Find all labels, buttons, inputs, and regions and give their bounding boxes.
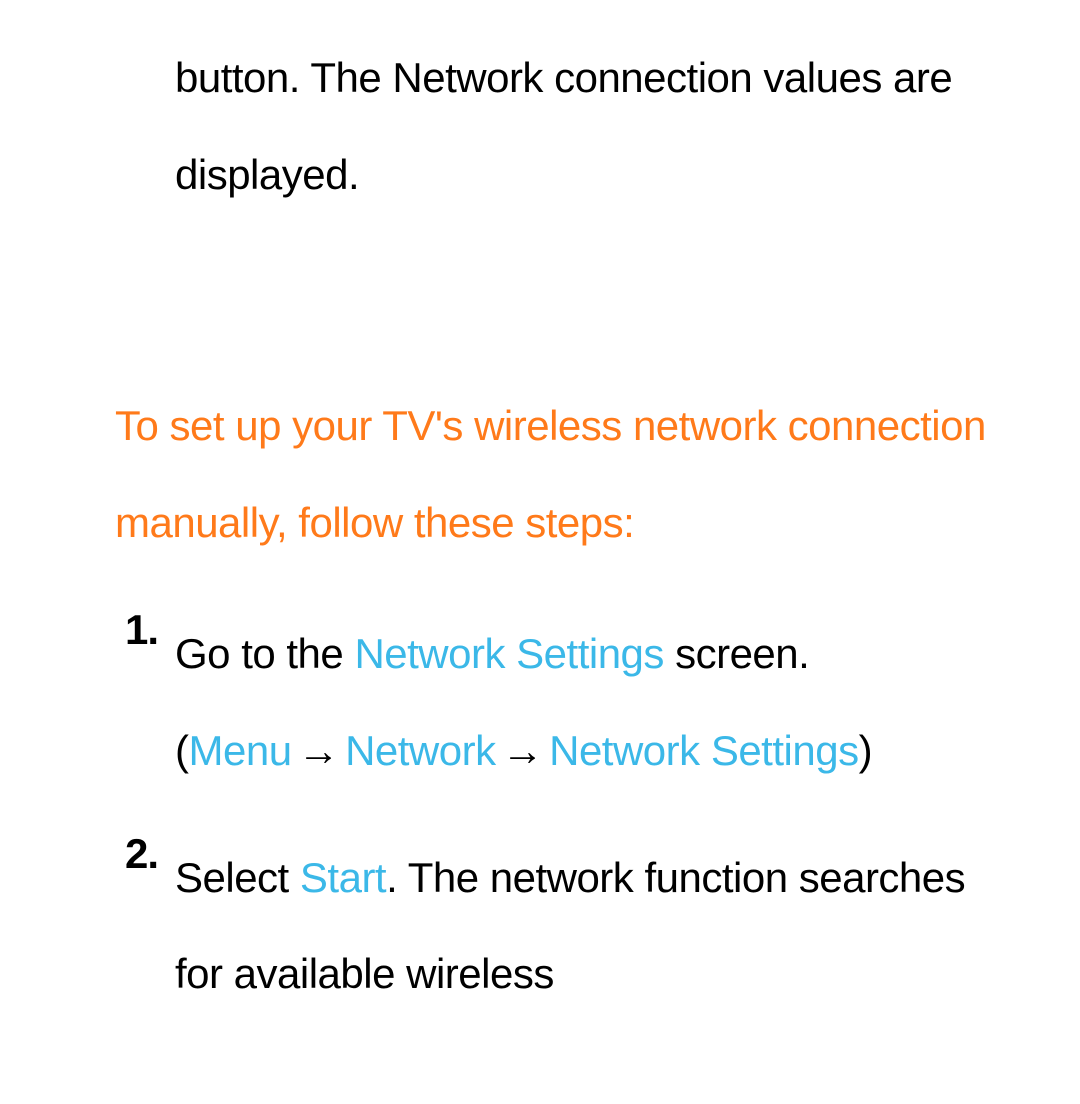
document-page: button. The Network connection values ar… [0, 0, 1080, 1023]
nav-network[interactable]: Network [345, 727, 496, 774]
link-network-settings[interactable]: Network Settings [354, 630, 663, 677]
steps-list: 1. Go to the Network Settings screen. (M… [115, 606, 1020, 1022]
step-text: ) [859, 727, 873, 774]
section-heading: To set up your TV's wireless network con… [115, 378, 1020, 571]
step-content: Go to the Network Settings screen. (Menu… [175, 606, 1020, 799]
step-text: Go to the [175, 630, 354, 677]
step-number: 2. [125, 830, 175, 1023]
nav-menu[interactable]: Menu [189, 727, 292, 774]
arrow-icon: → [502, 727, 544, 774]
link-start[interactable]: Start [300, 854, 386, 901]
nav-network-settings[interactable]: Network Settings [549, 727, 858, 774]
arrow-icon: → [298, 727, 340, 774]
step-text: Select [175, 854, 300, 901]
step-content: Select Start. The network function searc… [175, 830, 1020, 1023]
step-item: 2. Select Start. The network function se… [125, 830, 1020, 1023]
step-number: 1. [125, 606, 175, 799]
step-item: 1. Go to the Network Settings screen. (M… [125, 606, 1020, 799]
top-paragraph: button. The Network connection values ar… [115, 30, 1020, 223]
